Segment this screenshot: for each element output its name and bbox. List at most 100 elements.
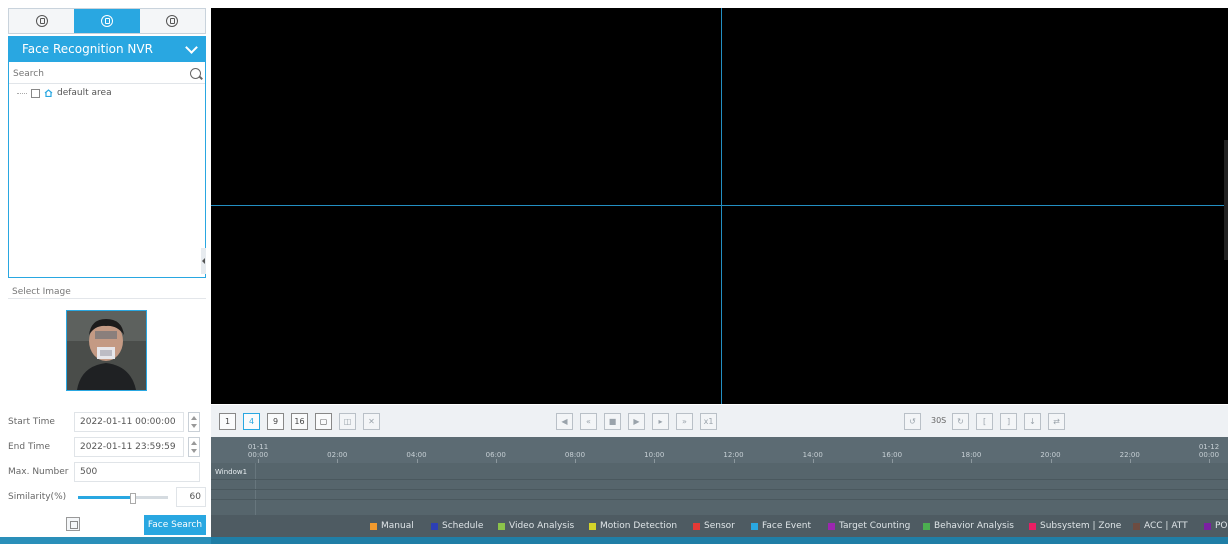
clip-start-icon[interactable]: [	[976, 413, 993, 430]
tree-item-default-area[interactable]: default area	[17, 88, 112, 98]
tick-time: 08:00	[564, 451, 586, 459]
legend-item: Video Analysis	[498, 521, 574, 531]
timeline-tick-label: 08:00	[555, 451, 595, 459]
max-number-field[interactable]: 500	[74, 462, 200, 482]
similarity-row: Similarity(%) 60	[8, 486, 206, 508]
status-bar-left	[0, 537, 211, 544]
status-bar	[211, 537, 1228, 544]
timeline-tick	[495, 459, 497, 463]
layout-16-button[interactable]: 16	[291, 413, 308, 430]
rewind-icon[interactable]: «	[580, 413, 597, 430]
prev-frame-icon[interactable]: ◀	[556, 413, 573, 430]
device-selector[interactable]: Face Recognition NVR	[8, 36, 206, 62]
timeline-tick-label: 01-11 00:00	[238, 443, 278, 459]
legend-swatch	[431, 522, 438, 530]
legend-label: Face Event	[762, 521, 811, 531]
grid-divider-horizontal	[211, 205, 1228, 206]
timeline-tick	[1129, 459, 1131, 463]
video-grid[interactable]	[211, 8, 1228, 404]
legend-label: Subsystem | Zone	[1040, 521, 1122, 531]
timeline-tick	[575, 459, 576, 463]
layout-1-button[interactable]: 1	[219, 413, 236, 430]
legend-item: PO	[1204, 521, 1228, 531]
rewind-30s-icon[interactable]: ↺	[904, 413, 921, 430]
tick-time: 00:00	[1198, 451, 1220, 459]
end-time-field[interactable]: 2022-01-11 23:59:59	[74, 437, 184, 457]
legend-label: Target Counting	[839, 521, 911, 531]
legend-item: Schedule	[431, 521, 483, 531]
legend-swatch	[751, 522, 758, 530]
legend-item: Subsystem | Zone	[1029, 521, 1121, 531]
settings-icon	[166, 15, 179, 27]
timeline-tick-label: 06:00	[476, 451, 516, 459]
tab-camera[interactable]	[9, 9, 74, 33]
interval-label: 30S	[931, 416, 947, 425]
legend-label: Schedule	[442, 521, 484, 531]
end-time-stepper[interactable]	[188, 437, 200, 457]
timeline-tick	[654, 459, 656, 463]
timeline[interactable]: 01-11 00:00 02:00 04:00 06:00 08:00 10:00 12:00…	[211, 437, 1228, 515]
similarity-slider[interactable]	[78, 493, 168, 504]
next-frame-icon[interactable]: ▸	[652, 413, 669, 430]
start-time-stepper[interactable]	[188, 412, 200, 432]
search-box	[9, 64, 205, 84]
tab-face[interactable]	[74, 9, 140, 33]
max-number-row: Max. Number 500	[8, 461, 206, 483]
legend-swatch	[828, 522, 835, 530]
tick-time: 00:00	[247, 451, 269, 459]
tick-time: 20:00	[1040, 451, 1061, 459]
face-search-button[interactable]: Face Search	[144, 515, 206, 535]
tick-time: 10:00	[644, 451, 665, 459]
stop-icon[interactable]: ■	[604, 413, 621, 430]
close-all-icon[interactable]: ✕	[363, 413, 380, 430]
tree-line	[17, 92, 27, 94]
select-image-label: Select Image	[12, 287, 71, 297]
slider-handle[interactable]	[130, 493, 136, 504]
similarity-value[interactable]: 60	[176, 487, 206, 507]
divider	[8, 298, 206, 299]
tick-time: 22:00	[1119, 451, 1140, 459]
download-icon[interactable]: ↓	[1024, 413, 1041, 430]
timeline-row-divider	[211, 479, 1228, 480]
home-icon	[44, 89, 53, 97]
legend-swatch	[923, 522, 930, 530]
backup-icon[interactable]: ⇄	[1048, 413, 1065, 430]
stop-all-icon[interactable]: ◫	[339, 413, 356, 430]
timeline-tick	[1209, 459, 1210, 463]
selected-face-image[interactable]	[66, 310, 147, 391]
timeline-tick-label: 04:00	[397, 451, 437, 459]
search-icon[interactable]	[190, 68, 201, 79]
timeline-tick-label: 22:00	[1110, 451, 1150, 459]
timeline-tick-label: 02:00	[317, 451, 357, 459]
tree-item-label: default area	[57, 88, 112, 98]
end-time-label: End Time	[8, 442, 50, 452]
mode-tabs	[8, 8, 206, 34]
speed-indicator[interactable]: x1	[700, 413, 717, 430]
device-tree-panel: default area	[8, 62, 206, 278]
tab-settings[interactable]	[140, 9, 205, 33]
image-button[interactable]	[66, 517, 80, 531]
legend-swatch	[1204, 522, 1211, 530]
timeline-tick	[337, 459, 339, 463]
chevron-down-icon	[185, 40, 198, 54]
scrollbar[interactable]	[1224, 140, 1228, 260]
forward-30s-icon[interactable]: ↻	[952, 413, 969, 430]
timeline-tick	[892, 459, 893, 463]
layout-4-button[interactable]: 4	[243, 413, 260, 430]
clip-end-icon[interactable]: ]	[1000, 413, 1017, 430]
fast-forward-icon[interactable]: »	[676, 413, 693, 430]
collapse-panel-handle[interactable]	[201, 248, 206, 274]
layout-9-button[interactable]: 9	[267, 413, 284, 430]
search-input[interactable]	[13, 68, 173, 79]
legend-label: Motion Detection	[600, 521, 678, 531]
tick-time: 06:00	[485, 451, 506, 459]
play-icon[interactable]: ▶	[628, 413, 645, 430]
timeline-tick-label: 20:00	[1031, 451, 1071, 459]
timeline-tick	[812, 459, 814, 463]
start-time-label: Start Time	[8, 417, 55, 427]
fullscreen-icon[interactable]: ▢	[315, 413, 332, 430]
area-checkbox[interactable]	[31, 88, 40, 98]
end-time-row: End Time 2022-01-11 23:59:59	[8, 436, 206, 458]
start-time-field[interactable]: 2022-01-11 00:00:00	[74, 412, 184, 432]
device-title: Face Recognition NVR	[22, 42, 153, 56]
